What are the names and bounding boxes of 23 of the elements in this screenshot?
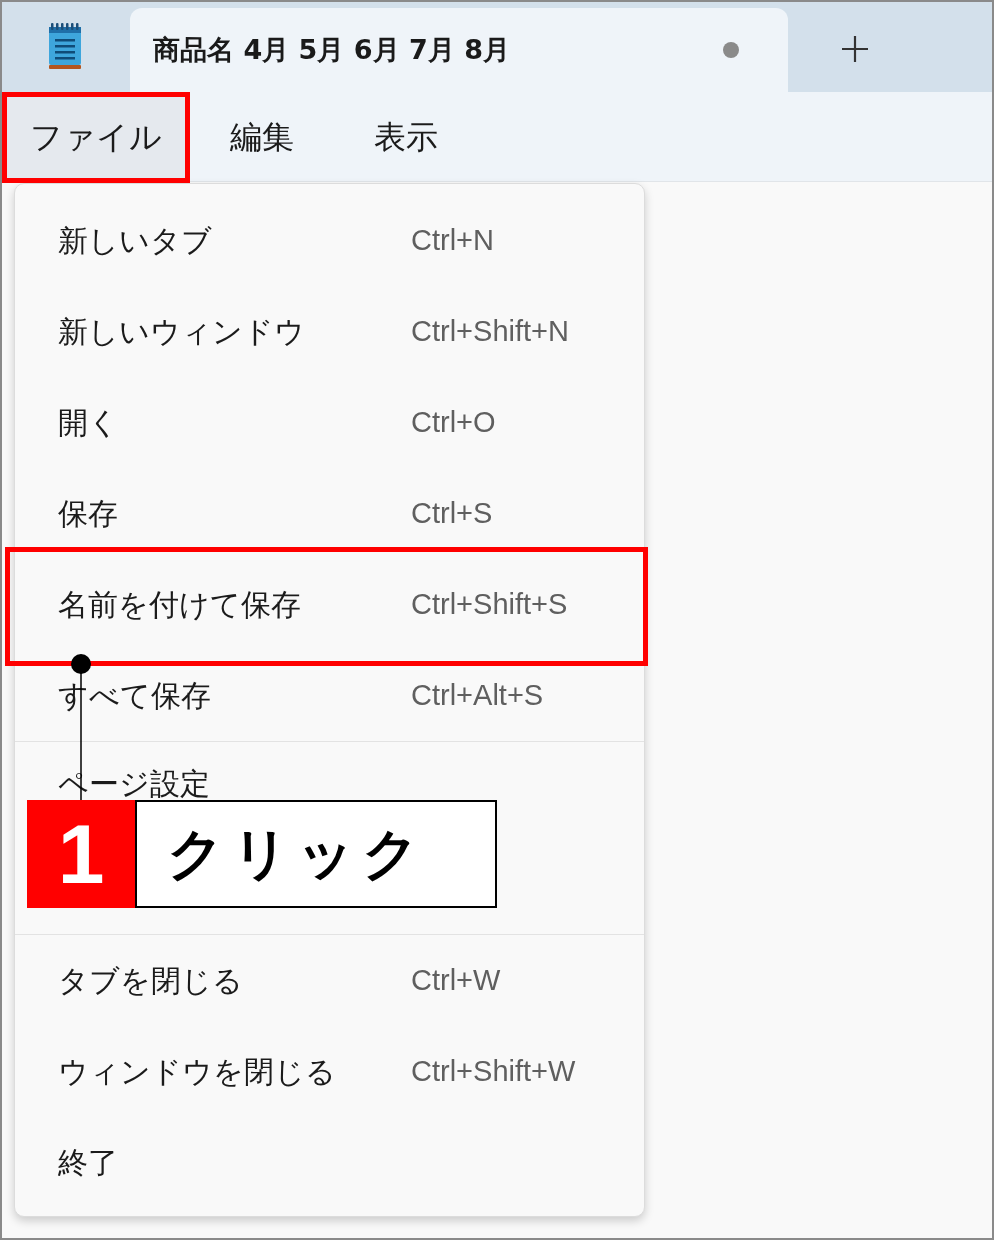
menu-item[interactable]: 新しいウィンドウ Ctrl+Shift+N xyxy=(15,286,644,377)
shortcut-label: Ctrl+S xyxy=(411,495,493,531)
shortcut-label: Ctrl+N xyxy=(411,222,494,258)
menu-item[interactable]: ウィンドウを閉じる Ctrl+Shift+W xyxy=(15,1026,644,1117)
menu-bar-item[interactable]: 表示 xyxy=(334,92,478,181)
shortcut-label: Ctrl+Shift+N xyxy=(411,313,569,349)
menu-item[interactable]: 終了 xyxy=(15,1117,644,1208)
menu-item[interactable]: タブを閉じる Ctrl+W xyxy=(15,935,644,1026)
shortcut-label: Ctrl+Shift+S xyxy=(411,586,568,622)
menu-bar-item[interactable]: 編集 xyxy=(190,92,334,181)
shortcut-label: Ctrl+O xyxy=(411,404,496,440)
callout-label: クリック xyxy=(135,800,497,908)
document-tab[interactable]: 商品名 4月 5月 6月 7月 8月 xyxy=(130,8,788,92)
plus-icon xyxy=(842,36,868,62)
shortcut-label: Ctrl+W xyxy=(411,962,501,998)
menu-item[interactable]: 開く Ctrl+O xyxy=(15,377,644,468)
shortcut-label: Ctrl+Shift+W xyxy=(411,1053,576,1089)
notepad-icon xyxy=(48,23,82,71)
menu-item[interactable]: 保存 Ctrl+S xyxy=(15,468,644,559)
shortcut-label: Ctrl+Alt+S xyxy=(411,677,544,713)
menu-item[interactable]: 新しいタブ Ctrl+N xyxy=(15,195,644,286)
menu-item[interactable]: 名前を付けて保存 Ctrl+Shift+S xyxy=(15,559,644,650)
step-number-badge: 1 xyxy=(27,800,135,908)
